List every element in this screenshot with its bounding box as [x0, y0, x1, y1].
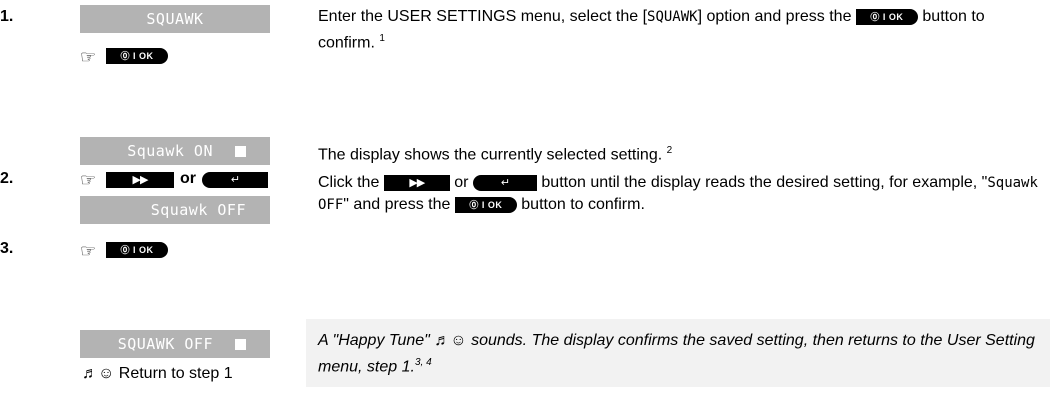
lcd-display-squawk-off-saved: SQUAWK OFF	[80, 330, 270, 358]
desc-text: The display shows the currently selected…	[318, 146, 663, 164]
pointing-hand-icon: ☞	[80, 241, 97, 261]
step-number-1: 1.	[0, 8, 14, 25]
ok-button[interactable]: ⓪ I OK	[106, 242, 168, 258]
ok-button[interactable]: ⓪ I OK	[855, 9, 918, 25]
lcd-text: SQUAWK OFF	[117, 335, 213, 353]
note-text: A "Happy Tune" ♬☺ sounds. The display co…	[318, 330, 1038, 378]
lcd-text: SQUAWK	[146, 10, 204, 28]
note-body: A "Happy Tune" ♬☺ sounds. The display co…	[318, 332, 1035, 376]
return-to-step-label: ♬☺ Return to step 1	[82, 365, 233, 382]
footnote-ref: 1	[379, 33, 385, 44]
ok-button[interactable]: ⓪ I OK	[106, 48, 168, 64]
lcd-display-squawk-off: Squawk OFF	[80, 196, 270, 224]
or-label: or	[180, 170, 196, 187]
desc-text: or	[454, 174, 469, 191]
ok-button[interactable]: ⓪ I OK	[454, 197, 517, 213]
lcd-text: Squawk ON	[127, 142, 213, 160]
desc-text: button to confirm.	[521, 196, 645, 213]
desc-text: " and press the	[343, 196, 451, 213]
pointing-hand-icon: ☞	[80, 47, 97, 67]
desc-code: SQUAWK	[647, 9, 698, 25]
pointing-hand-icon: ☞	[80, 170, 97, 190]
step-number-2: 2.	[0, 170, 14, 187]
lcd-display-squawk: SQUAWK	[80, 5, 270, 33]
desc-text: ] option and press the	[697, 8, 852, 25]
footnote-ref: 2	[666, 145, 673, 156]
next-button[interactable]: ▶▶	[383, 175, 450, 191]
step-2b-description: Click the ▶▶ or ↵ button until the displ…	[318, 172, 1038, 216]
back-button[interactable]: ↵	[202, 172, 268, 188]
step-1-description: Enter the USER SETTINGS menu, select the…	[318, 6, 1038, 53]
desc-text: Enter the USER SETTINGS menu, select the…	[318, 8, 648, 25]
step-2-description: The display shows the currently selected…	[318, 140, 1038, 165]
step-number-3: 3.	[0, 240, 14, 257]
lcd-block-icon	[235, 146, 246, 157]
lcd-text: Squawk OFF	[150, 201, 246, 219]
lcd-display-squawk-on: Squawk ON	[80, 137, 270, 165]
lcd-block-icon	[235, 339, 246, 350]
footnote-ref: 3, 4	[414, 357, 432, 368]
desc-text: Click the	[318, 174, 380, 191]
desc-text: button until the display reads the desir…	[541, 174, 988, 191]
next-button[interactable]: ▶▶	[106, 172, 174, 188]
back-button[interactable]: ↵	[472, 175, 537, 191]
